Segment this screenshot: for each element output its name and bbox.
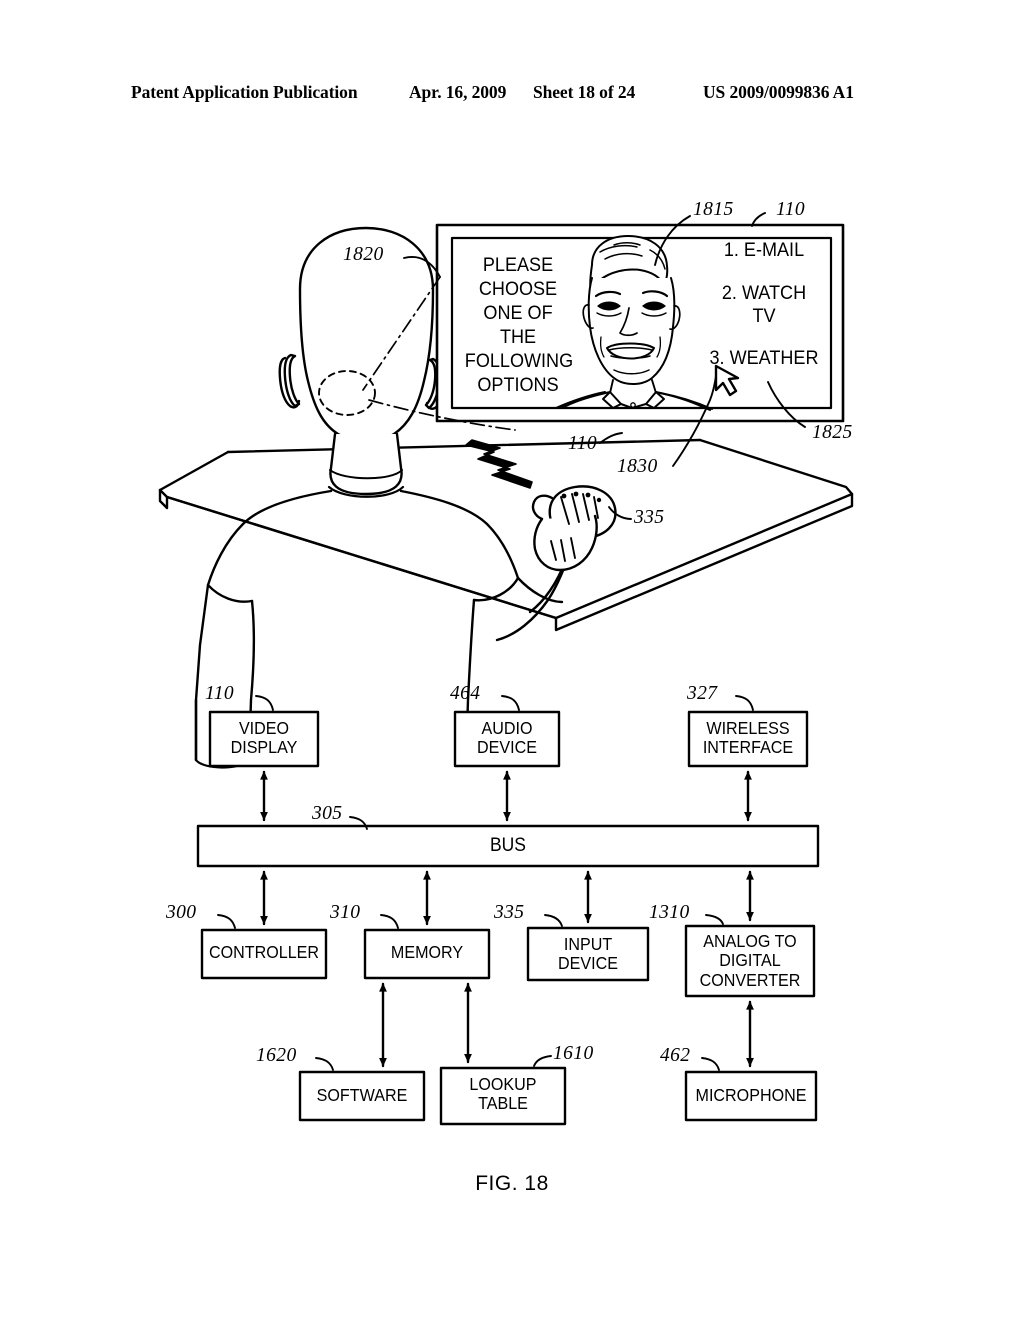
ref-numeral-464-audio-device: 464 [450, 683, 481, 704]
block-label-adc: ANALOG TO DIGITAL CONVERTER [699, 931, 801, 990]
ref-numeral-305-bus: 305 [312, 803, 343, 824]
ref-numeral-300-controller: 300 [166, 902, 197, 923]
screen-option-weather[interactable]: 3. WEATHER [699, 348, 828, 371]
ref-numeral-1820: 1820 [343, 244, 384, 265]
block-label-input-device: INPUT DEVICE [558, 934, 618, 974]
block-label-bus: BUS [490, 835, 526, 856]
screen-prompt-text: PLEASE CHOOSE ONE OF THE FOLLOWING OPTIO… [464, 255, 574, 396]
ref-numeral-1830: 1830 [617, 456, 658, 477]
ref-numeral-327-wireless-interface: 327 [687, 683, 718, 704]
patent-figure-18-drawing [158, 212, 854, 1126]
block-label-memory: MEMORY [390, 942, 464, 962]
block-label-audio-device: AUDIO DEVICE [477, 718, 537, 758]
ref-numeral-110-screen: 110 [776, 199, 806, 220]
ref-numeral-110-video-display: 110 [205, 683, 235, 704]
ref-numeral-462-microphone: 462 [660, 1045, 691, 1066]
screen-option-watch-tv[interactable]: 2. WATCH TV [703, 283, 825, 329]
ref-numeral-1610-lookup-table: 1610 [553, 1043, 594, 1064]
block-label-software: SOFTWARE [316, 1085, 408, 1105]
ref-numeral-310-memory: 310 [330, 902, 361, 923]
block-label-video-display: VIDEO DISPLAY [230, 718, 298, 758]
ref-numeral-1815: 1815 [693, 199, 734, 220]
ref-numeral-335-input-device: 335 [494, 902, 525, 923]
block-label-microphone: MICROPHONE [695, 1085, 807, 1105]
figure-caption: FIG. 18 [475, 1172, 549, 1195]
ref-numeral-110-desk: 110 [568, 433, 598, 454]
ref-numeral-1620-software: 1620 [256, 1045, 297, 1066]
ref-numeral-335-mouse: 335 [634, 507, 665, 528]
block-label-controller: CONTROLLER [208, 942, 320, 962]
block-label-lookup-table: LOOKUP TABLE [469, 1074, 537, 1114]
ref-numeral-1825: 1825 [812, 422, 853, 443]
ref-numeral-1310-adc: 1310 [649, 902, 690, 923]
screen-option-email[interactable]: 1. E-MAIL [703, 240, 825, 263]
block-label-wireless-interface: WIRELESS INTERFACE [702, 718, 794, 758]
